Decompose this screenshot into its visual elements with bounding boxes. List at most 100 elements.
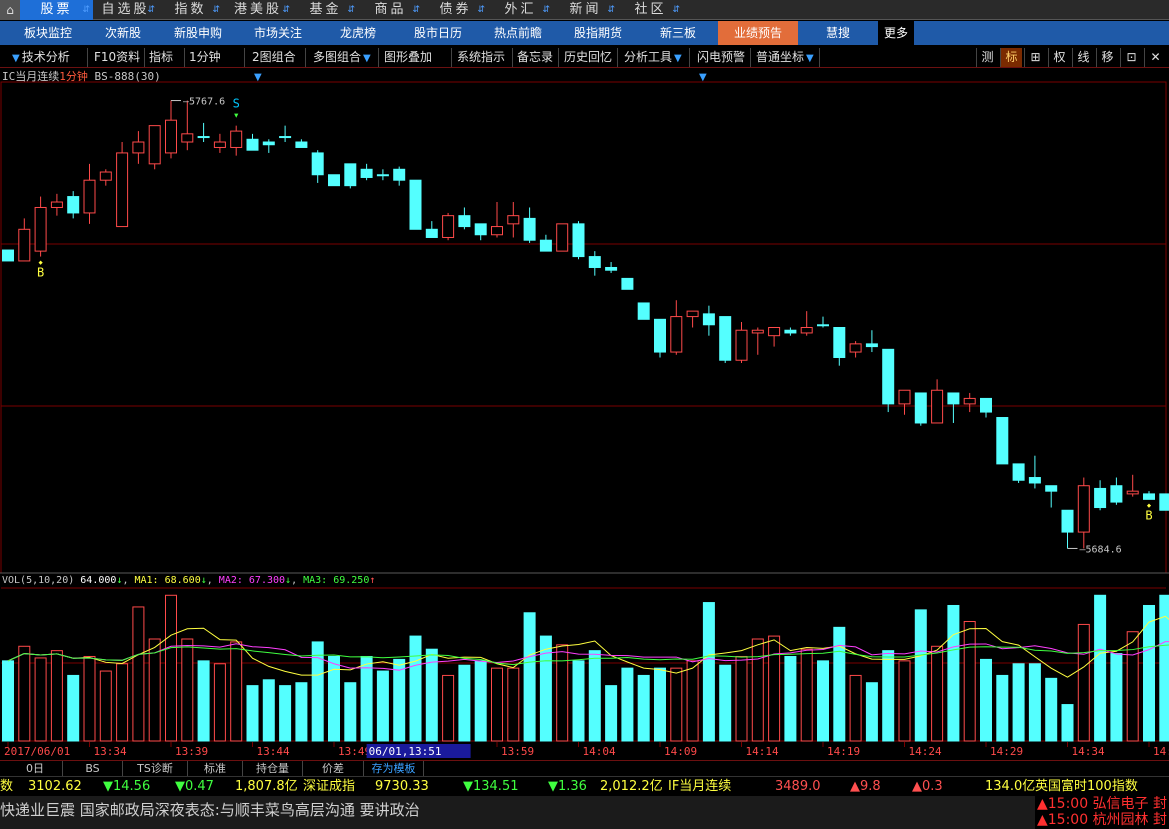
- chart-period: 1分钟: [59, 70, 88, 83]
- ticker-item-4: 1,807.8亿: [235, 779, 298, 794]
- bottom-tab-4[interactable]: 持仓量: [243, 761, 303, 777]
- alert-item-1[interactable]: ▲15:00 杭州园林 封: [1035, 812, 1169, 828]
- bottom-tab-5[interactable]: 价差: [303, 761, 364, 777]
- volume-bar: [360, 655, 373, 742]
- volume-bar: [947, 604, 960, 742]
- candle-body: [768, 327, 781, 337]
- ticker-item-9: 2,012.2亿: [600, 779, 663, 794]
- volume-bar: [865, 682, 878, 742]
- candle-body: [246, 138, 259, 151]
- volume-bar: [833, 626, 846, 742]
- ticker-item-15: 英国富时100指数: [1035, 779, 1138, 794]
- time-tick-label: 13:49: [338, 745, 371, 758]
- vol-ma3-arrow: ↑: [369, 575, 376, 586]
- volume-bar: [67, 674, 80, 742]
- time-tick-label: 13:39: [175, 745, 208, 758]
- news-marquee[interactable]: 快递业巨震 国家邮政局深夜表态:与顺丰菜鸟高层沟通 要讲政治: [0, 796, 1035, 829]
- candle-body: [165, 119, 177, 154]
- candle-body: [947, 392, 960, 405]
- volume-bar: [279, 685, 292, 742]
- bottom-tab-0[interactable]: 0日: [8, 761, 63, 777]
- candle-body: [213, 141, 226, 148]
- candle-body: [425, 228, 438, 238]
- ticker-item-3: ▼0.47: [175, 779, 214, 794]
- volume-bar: [34, 657, 47, 742]
- bottom-tab-3[interactable]: 标准: [188, 761, 243, 777]
- time-tick-label: 13:34: [94, 745, 127, 758]
- candle-body: [637, 302, 650, 320]
- candle-body: [670, 316, 683, 353]
- candle-body: [735, 329, 748, 361]
- bottom-tab-1[interactable]: BS: [63, 761, 123, 777]
- market-ticker: 数 3102.62 ▼14.56 ▼0.47 1,807.8亿 深证成指 9730.33 ▼1…: [0, 776, 1169, 795]
- candle-body: [99, 171, 112, 181]
- volume-bar: [262, 679, 275, 742]
- candle-body: [588, 256, 601, 268]
- volume-bar: [1012, 663, 1025, 742]
- volume-bar: [83, 655, 96, 742]
- time-tick-label: 14:34: [1072, 745, 1105, 758]
- vol-ma1: MA1: 68.600: [134, 575, 201, 586]
- volume-bar: [393, 658, 406, 742]
- candle-body: [1061, 509, 1074, 533]
- candle-body: [1159, 493, 1169, 511]
- ticker-item-0: 数: [0, 779, 14, 794]
- volume-bar: [588, 650, 601, 742]
- candle-body: [1045, 485, 1058, 492]
- candle-body: [458, 215, 471, 228]
- volume-bar: [2, 660, 14, 742]
- volume-bar: [768, 635, 781, 742]
- candle-body: [800, 327, 813, 334]
- candle-body: [1028, 477, 1041, 484]
- volume-bar: [507, 667, 520, 742]
- ticker-item-14: 134.0亿: [985, 779, 1036, 794]
- bottom-tab-2[interactable]: TS诊断: [123, 761, 188, 777]
- volume-bar: [197, 660, 210, 742]
- volume-bar: [686, 660, 699, 742]
- news-text[interactable]: 快递业巨震 国家邮政局深夜表态:与顺丰菜鸟高层沟通 要讲政治: [0, 801, 420, 819]
- ticker-item-6: 9730.33: [375, 779, 429, 794]
- volume-bar: [654, 667, 666, 742]
- volume-bar: [539, 635, 552, 742]
- candle-body: [523, 217, 536, 241]
- volume-bar: [996, 674, 1009, 742]
- candle-body: [116, 152, 129, 228]
- ticker-item-7: ▼134.51: [463, 779, 519, 794]
- alert-item-0[interactable]: ▲15:00 弘信电子 封: [1035, 796, 1169, 812]
- candle-body: [197, 136, 210, 139]
- candle-body: [1077, 485, 1090, 533]
- candle-body: [230, 130, 243, 148]
- chart-canvas[interactable]: —5767.6—5684.6◆BS▼◆B2017/06/01 13:34 13:39…: [0, 0, 1169, 760]
- volume-bar: [246, 685, 259, 742]
- candle-body: [898, 389, 911, 405]
- time-tick-label: 13:59: [501, 745, 534, 758]
- volume-bar: [1094, 594, 1107, 742]
- candle-body: [963, 397, 976, 405]
- signal-buy-label: B: [37, 266, 44, 280]
- volume-bar: [50, 650, 63, 742]
- time-tick-label: 14:29: [990, 745, 1023, 758]
- volume-bar: [213, 663, 226, 742]
- signal-sell-label: S: [233, 97, 240, 111]
- volume-bar: [784, 655, 797, 742]
- candle-body: [262, 141, 275, 146]
- candle-body: [83, 179, 96, 214]
- candle-body: [784, 329, 797, 334]
- volume-bar: [474, 660, 487, 742]
- contract-name: IC当月连续: [2, 70, 60, 83]
- volume-bar: [295, 682, 308, 742]
- ticker-item-13: ▲0.3: [912, 779, 943, 794]
- candle-body: [817, 324, 829, 327]
- candle-body: [980, 397, 992, 413]
- bottom-tab-6[interactable]: 存为模板: [364, 761, 424, 777]
- ticker-item-5: 深证成指: [303, 779, 356, 794]
- volume-info: VOL(5,10,20) 64.000↓, MA1: 68.600↓, MA2:…: [2, 575, 376, 586]
- candle-body: [311, 152, 324, 176]
- candle-body: [539, 239, 552, 252]
- candle-body: [686, 310, 699, 318]
- volume-bar: [898, 660, 911, 742]
- volume-bar: [230, 641, 243, 742]
- vol-name: VOL(5,10,20): [2, 575, 75, 586]
- volume-bar: [637, 674, 650, 742]
- volume-bar: [735, 655, 748, 742]
